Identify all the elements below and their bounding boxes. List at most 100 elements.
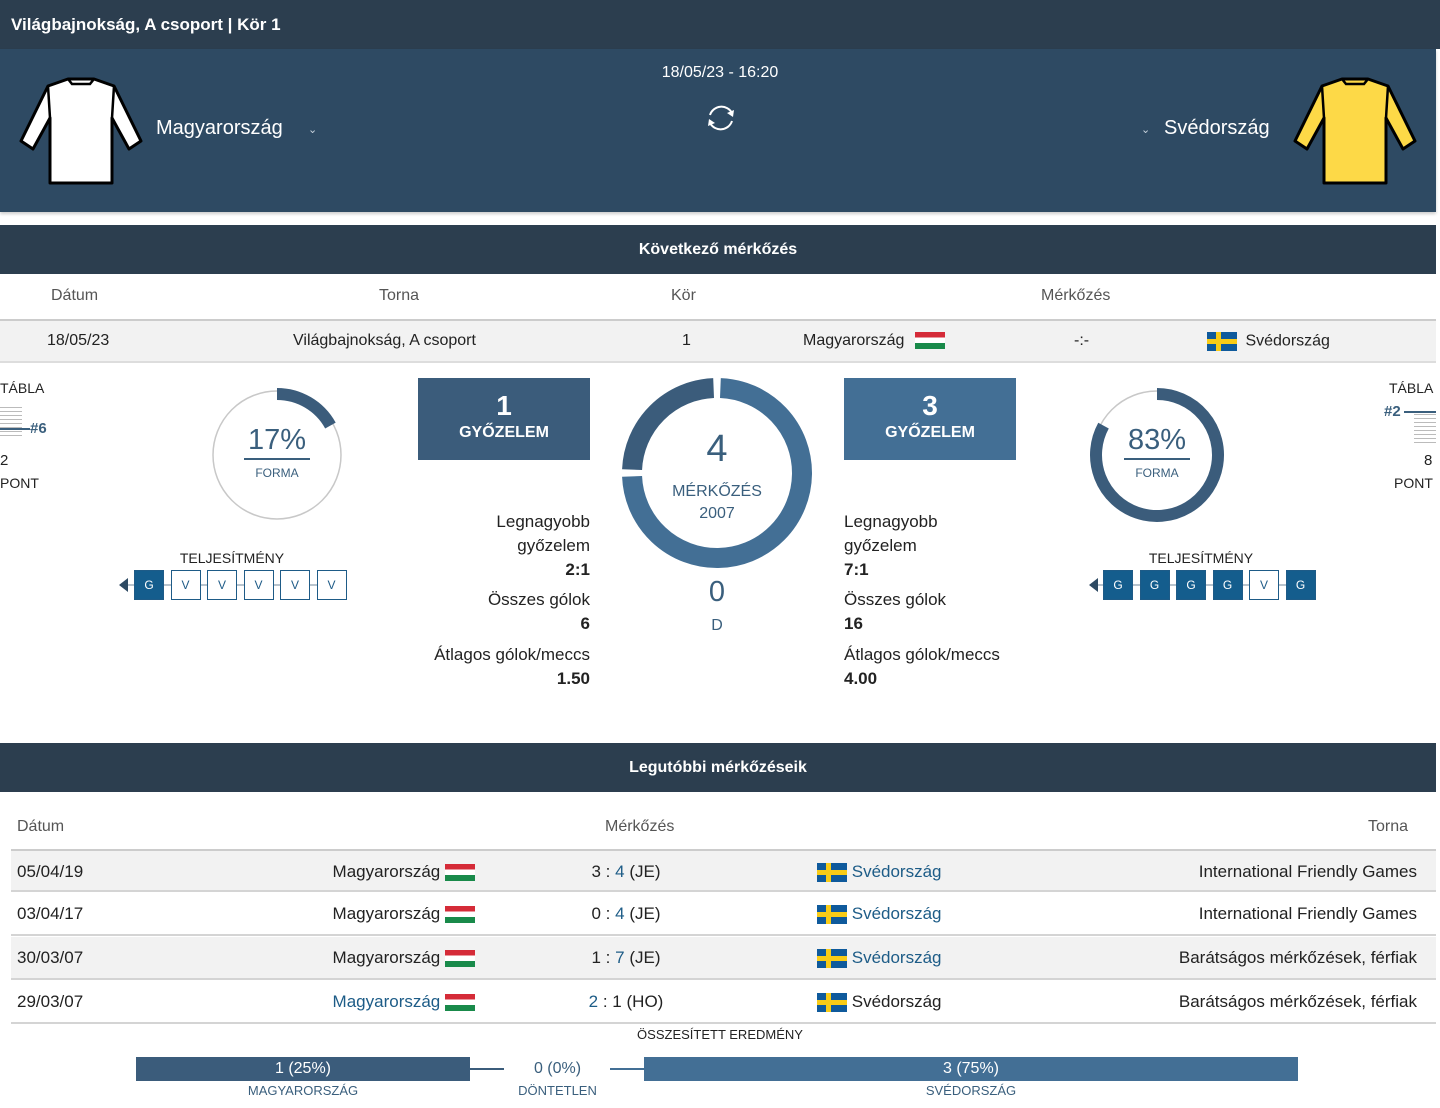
next-match-header: Következő mérkőzés [0,225,1436,274]
away-avg-goals: Átlagos gólok/meccs 4.00 [844,643,1000,691]
competition-title: Világbajnokság, A csoport | Kör 1 [0,0,1440,49]
home-table-label: TÁBLA [0,380,45,396]
aggregate-away-bar: 3 (75%) [644,1057,1298,1081]
recent-col-match: Mérkőzés [605,818,675,835]
col-tournament: Torna [379,287,420,304]
aggregate-title: ÖSSZESÍTETT EREDMÉNY [637,1027,803,1042]
match-hero: Magyarország ⌄ 18/05/23 - 16:20 ⌄ Svédor… [0,49,1436,212]
home-avg-goals-label: Átlagos gólok/meccs [434,645,590,664]
refresh-icon[interactable] [704,101,738,135]
hungary-flag-icon [445,906,475,924]
recent-matches-header: Legutóbbi mérkőzéseik [0,743,1436,792]
home-table-rank: #6 [30,420,47,437]
perf-result-box: G [1212,570,1243,600]
next-away-team[interactable]: Svédország [1207,332,1330,351]
row-away-team[interactable]: Svédország [817,992,942,1013]
perf-result-box: V [170,570,201,600]
sweden-flag-icon [817,993,847,1013]
next-date: 18/05/23 [47,332,110,349]
home-wins-box: 1 GYŐZELEM [418,378,590,460]
away-biggest-win: Legnagyobb győzelem 7:1 [844,510,938,582]
sweden-flag-icon [817,863,847,883]
away-table-icon [1414,414,1436,444]
home-biggest-win-label: Legnagyobb [496,512,590,531]
away-avg-goals-value: 4.00 [844,669,878,688]
row-home-team[interactable]: Magyarország [333,904,475,924]
away-biggest-win-label: Legnagyobb [844,512,938,531]
row-away-team[interactable]: Svédország [817,904,942,925]
home-biggest-win-label-2: győzelem [517,536,590,555]
away-points-label: PONT [1394,475,1433,491]
next-home-name: Magyarország [803,332,905,349]
home-total-goals-value: 6 [580,614,590,633]
row-away-team[interactable]: Svédország [817,948,942,969]
row-result: (JE) [629,862,661,881]
home-team-name[interactable]: Magyarország [156,117,283,140]
away-form-pct: 83% [1127,424,1187,456]
recent-match-row[interactable]: 30/03/07 Magyarország 1 : 7 (JE) Svédorsz… [11,937,1436,980]
row-away-name: Svédország [851,862,942,881]
row-score: 2 : 1 (HO) [588,992,664,1011]
form-ring-arc [276,388,336,429]
next-home-team[interactable]: Magyarország [803,332,945,350]
home-form-label: FORMA [255,466,299,480]
row-away-score: 4 [615,904,625,923]
home-biggest-win-value: 2:1 [565,560,590,579]
perf-result-box: G [1285,570,1316,600]
recent-col-date: Dátum [17,818,65,835]
row-score: 3 : 4 (JE) [591,862,661,881]
row-home-team[interactable]: Magyarország [333,992,475,1012]
match-datetime: 18/05/23 - 16:20 [661,64,779,81]
h2h-since: 2007 [699,505,735,522]
perf-result-box: V [1249,570,1279,600]
perf-result-box: V [207,570,237,600]
row-tournament: International Friendly Games [1198,862,1417,881]
away-biggest-win-value: 7:1 [844,560,869,579]
home-form-divider [244,458,310,460]
hungary-flag-icon [445,864,475,882]
aggregate-home-bar: 1 (25%) [136,1057,470,1081]
home-wins-label: GYŐZELEM [459,424,549,441]
hungary-flag-icon [445,994,475,1012]
away-table-marker [1404,411,1436,413]
perf-result-box: G [1176,570,1206,600]
aggregate-home-label: MAGYARORSZÁG [247,1083,359,1098]
away-points: 8 [1424,452,1433,469]
row-date: 30/03/07 [17,948,84,967]
chevron-down-icon[interactable]: ⌄ [308,123,317,136]
row-home-team[interactable]: Magyarország [333,948,475,968]
away-wins-label: GYŐZELEM [885,424,975,441]
recent-match-row[interactable]: 03/04/17 Magyarország 0 : 4 (JE) Svédorsz… [11,893,1436,936]
h2h-matches: 4 [706,428,728,470]
perf-result-box: V [280,570,310,600]
row-result: (JE) [629,948,661,967]
row-away-team[interactable]: Svédország [817,862,942,883]
next-match-row[interactable]: 18/05/23 Világbajnokság, A csoport 1 Mag… [0,319,1436,363]
row-tournament: Barátságos mérkőzések, férfiak [1178,992,1417,1011]
away-total-goals-label: Összes gólok [844,590,947,609]
aggregate-connector-left [470,1068,504,1070]
recent-match-row[interactable]: 05/04/19 Magyarország 3 : 4 (JE) Svédorsz… [11,849,1436,892]
row-result: (HO) [626,992,664,1011]
row-home-team[interactable]: Magyarország [333,862,475,882]
row-tournament: International Friendly Games [1198,904,1417,923]
row-home-score: 2 [588,992,599,1011]
perf-result-box: G [1139,570,1170,600]
home-shirt-icon [19,77,143,185]
row-away-name: Svédország [851,992,942,1011]
hungary-flag-icon [445,950,475,968]
aggregate-away-label: SVÉDORSZÁG [925,1083,1017,1098]
perf-result-box: G [134,570,164,600]
next-score: -:- [1074,332,1090,349]
sweden-flag-icon [1207,332,1237,351]
recent-match-row[interactable]: 29/03/07 Magyarország 2 : 1 (HO) Svédorsz… [11,981,1436,1024]
home-points: 2 [0,452,9,469]
away-team-name[interactable]: Svédország [1164,117,1270,140]
aggregate-draw-value: 0 (0%) [533,1060,582,1077]
row-home-score: 0 [591,904,601,923]
sweden-flag-icon [817,905,847,925]
perf-result-box: V [243,570,274,600]
home-biggest-win: Legnagyobb győzelem 2:1 [496,510,590,582]
chevron-down-icon[interactable]: ⌄ [1141,123,1150,136]
away-shirt-icon [1293,77,1417,185]
